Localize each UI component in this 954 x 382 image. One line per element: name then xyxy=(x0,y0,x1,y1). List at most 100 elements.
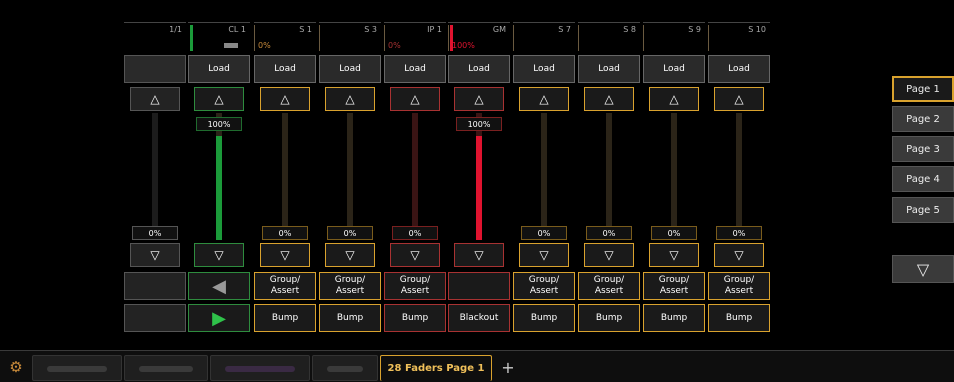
fader-level-fill xyxy=(216,136,222,240)
fader-down-button[interactable]: ▽ xyxy=(649,243,699,267)
fader-header-2: S 1 0% xyxy=(254,22,316,52)
fader-down-button[interactable]: ▽ xyxy=(519,243,569,267)
fader-value: 0% xyxy=(392,226,438,240)
gear-icon[interactable]: ⚙ xyxy=(6,357,26,377)
tab-bar: ⚙ 28 Faders Page 1 + xyxy=(0,350,954,382)
bump-button[interactable]: Bump xyxy=(254,304,316,332)
empty-button[interactable] xyxy=(124,272,186,300)
active-marker xyxy=(190,25,193,51)
bump-button[interactable]: Bump xyxy=(513,304,575,332)
tab-hidden-1[interactable] xyxy=(32,355,122,381)
add-tab-icon[interactable]: + xyxy=(498,357,518,377)
load-button[interactable]: Load xyxy=(448,55,510,83)
fader-down-button[interactable]: ▽ xyxy=(130,243,180,267)
page-button-1[interactable]: Page 1 xyxy=(892,76,954,102)
group-assert-button[interactable]: Group/ Assert xyxy=(578,272,640,300)
bump-button[interactable]: Bump xyxy=(708,304,770,332)
load-button[interactable]: Load xyxy=(643,55,705,83)
header-separator xyxy=(643,25,644,51)
header-separator xyxy=(319,25,320,51)
load-button[interactable]: Load xyxy=(319,55,381,83)
tab-hidden-3[interactable] xyxy=(210,355,310,381)
bump-button[interactable]: Bump xyxy=(384,304,446,332)
fader-track[interactable] xyxy=(152,113,158,226)
tab-hidden-2[interactable] xyxy=(124,355,208,381)
fader-down-button[interactable]: ▽ xyxy=(454,243,504,267)
page-button-4[interactable]: Page 4 xyxy=(892,166,954,192)
header-separator xyxy=(708,25,709,51)
fader-value: 0% xyxy=(262,226,308,240)
fader-down-button[interactable]: ▽ xyxy=(194,243,244,267)
fader-header-4: IP 1 0% xyxy=(384,22,446,52)
fader-value: 0% xyxy=(651,226,697,240)
fader-number: S 1 xyxy=(299,25,312,34)
load-button[interactable] xyxy=(124,55,186,83)
group-assert-button[interactable]: Group/ Assert xyxy=(513,272,575,300)
active-marker xyxy=(450,25,453,51)
fader-header-7: S 8 xyxy=(578,22,640,52)
load-button[interactable]: Load xyxy=(708,55,770,83)
fader-number: S 7 xyxy=(558,25,571,34)
bump-button[interactable]: Bump xyxy=(578,304,640,332)
tab-hidden-4[interactable] xyxy=(312,355,378,381)
fader-track[interactable] xyxy=(347,113,353,226)
fader-header-3: S 3 xyxy=(319,22,381,52)
fader-track[interactable] xyxy=(606,113,612,226)
header-separator xyxy=(513,25,514,51)
fader-up-button[interactable]: △ xyxy=(390,87,440,111)
blackout-button[interactable]: Blackout xyxy=(448,304,510,332)
page-button-3[interactable]: Page 3 xyxy=(892,136,954,162)
group-assert-button[interactable]: Group/ Assert xyxy=(254,272,316,300)
fader-down-button[interactable]: ▽ xyxy=(714,243,764,267)
fader-number: S 10 xyxy=(748,25,766,34)
fader-value: 0% xyxy=(132,226,178,240)
load-button[interactable]: Load xyxy=(513,55,575,83)
fader-track[interactable] xyxy=(541,113,547,226)
group-assert-button[interactable]: Group/ Assert xyxy=(319,272,381,300)
fader-up-button[interactable]: △ xyxy=(454,87,504,111)
fader-up-button[interactable]: △ xyxy=(325,87,375,111)
fader-track[interactable] xyxy=(671,113,677,226)
fader-up-button[interactable]: △ xyxy=(714,87,764,111)
group-assert-button[interactable]: Group/ Assert xyxy=(708,272,770,300)
fader-down-button[interactable]: ▽ xyxy=(390,243,440,267)
bump-button[interactable]: Bump xyxy=(643,304,705,332)
group-assert-button[interactable]: Group/ Assert xyxy=(643,272,705,300)
fader-up-button[interactable]: △ xyxy=(519,87,569,111)
fader-up-button[interactable]: △ xyxy=(649,87,699,111)
fader-track[interactable] xyxy=(282,113,288,226)
fader-up-button[interactable]: △ xyxy=(194,87,244,111)
page-down-button[interactable]: ▽ xyxy=(892,255,954,283)
go-button[interactable]: ▶ xyxy=(188,304,250,332)
empty-button[interactable] xyxy=(124,304,186,332)
load-button[interactable]: Load xyxy=(254,55,316,83)
fader-header-9: S 10 xyxy=(708,22,770,52)
load-button[interactable]: Load xyxy=(384,55,446,83)
fader-up-button[interactable]: △ xyxy=(130,87,180,111)
chevron-down-icon: ▽ xyxy=(916,259,930,279)
page-button-2[interactable]: Page 2 xyxy=(892,106,954,132)
page-button-5[interactable]: Page 5 xyxy=(892,197,954,223)
group-assert-button[interactable]: Group/ Assert xyxy=(384,272,446,300)
fader-value-top: 100% xyxy=(196,117,242,131)
fader-header-8: S 9 xyxy=(643,22,705,52)
fader-header-6: S 7 xyxy=(513,22,575,52)
fader-down-button[interactable]: ▽ xyxy=(325,243,375,267)
load-button[interactable]: Load xyxy=(188,55,250,83)
fader-number: CL 1 xyxy=(228,25,246,34)
load-button[interactable]: Load xyxy=(578,55,640,83)
fader-stage: 1/1 CL 1 S 1 0% S 3 IP 1 0% GM 100% S 7 S 8 S 9 S 10… xyxy=(0,0,954,350)
back-button[interactable]: ◀ xyxy=(188,272,250,300)
fader-down-button[interactable]: ▽ xyxy=(260,243,310,267)
tab-28-faders-page-1[interactable]: 28 Faders Page 1 xyxy=(380,355,492,381)
header-separator xyxy=(448,25,449,51)
header-separator xyxy=(578,25,579,51)
fader-track[interactable] xyxy=(412,113,418,226)
fader-up-button[interactable]: △ xyxy=(260,87,310,111)
fader-up-button[interactable]: △ xyxy=(584,87,634,111)
fader-value: 0% xyxy=(327,226,373,240)
fader-down-button[interactable]: ▽ xyxy=(584,243,634,267)
bump-button[interactable]: Bump xyxy=(319,304,381,332)
fader-track[interactable] xyxy=(736,113,742,226)
empty-button[interactable] xyxy=(448,272,510,300)
